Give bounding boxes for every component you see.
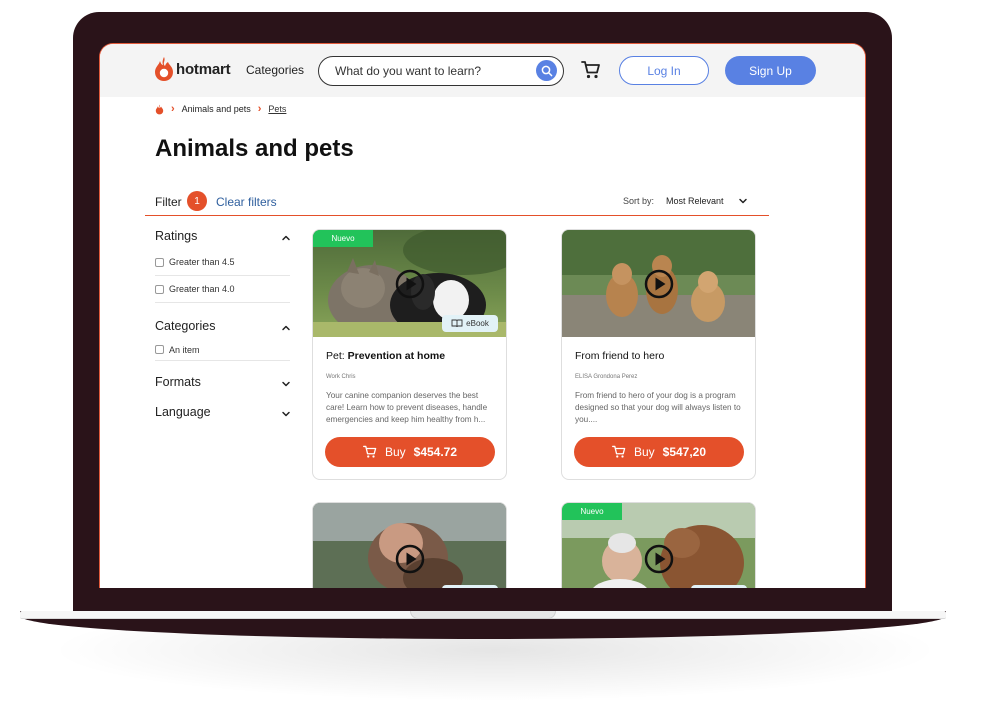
language-title: Language: [155, 405, 211, 419]
chevron-up-icon: [282, 235, 290, 241]
play-video-icon[interactable]: [395, 269, 425, 299]
nav-categories-link[interactable]: Categories: [246, 63, 304, 77]
flame-logo-icon: [155, 57, 173, 81]
product-image-man-horse[interactable]: Nuevo: [562, 503, 755, 588]
category-option-label: An item: [169, 344, 200, 355]
breadcrumb-category[interactable]: Animals and pets: [182, 104, 251, 114]
chevron-up-icon: [282, 325, 290, 331]
laptop-screen: hotmart Categories What do you want to l…: [99, 43, 866, 588]
shopping-cart-icon: [611, 445, 626, 458]
rating-option-label: Greater than 4.5: [169, 257, 235, 267]
product-card[interactable]: From friend to hero ELISA Grondona Perez…: [561, 229, 756, 480]
categories-section-header[interactable]: Categories: [155, 319, 290, 339]
search-button[interactable]: [536, 60, 557, 81]
format-badge-partial: [691, 585, 747, 588]
formats-section-header[interactable]: Formats: [155, 375, 290, 395]
cart-button[interactable]: [581, 60, 601, 85]
product-author: Work Chris: [326, 374, 356, 380]
ratings-section-header[interactable]: Ratings: [155, 229, 290, 249]
hotmart-logo[interactable]: hotmart: [153, 56, 231, 82]
logo-text: hotmart: [176, 60, 231, 78]
filter-sidebar: Ratings Greater than 4.5 Greater than 4.…: [155, 229, 290, 425]
site-header: hotmart Categories What do you want to l…: [100, 44, 865, 97]
book-icon: [451, 319, 463, 328]
chevron-down-icon: [282, 381, 290, 387]
new-badge: Nuevo: [562, 503, 622, 520]
product-card[interactable]: [312, 502, 507, 588]
product-description: From friend to hero of your dog is a pro…: [575, 391, 741, 424]
product-title-main: Prevention at home: [347, 350, 446, 362]
clear-filters-link[interactable]: Clear filters: [216, 195, 277, 209]
filter-count-badge: 1: [187, 191, 207, 211]
category-option[interactable]: An item: [155, 339, 290, 361]
format-badge: eBook: [442, 315, 498, 332]
rating-option-label: Greater than 4.0: [169, 284, 235, 294]
new-badge: Nuevo: [313, 230, 373, 247]
filter-label[interactable]: Filter: [155, 195, 182, 209]
product-card[interactable]: Nuevo: [561, 502, 756, 588]
checkbox[interactable]: [155, 345, 164, 354]
chevron-down-icon: [282, 411, 290, 417]
sort-select[interactable]: Most Relevant: [666, 196, 724, 206]
checkbox[interactable]: [155, 257, 164, 267]
chevron-down-icon[interactable]: [737, 195, 749, 207]
login-button[interactable]: Log In: [619, 56, 709, 85]
product-card[interactable]: Nuevo eBook Pet: Prevention at home Work…: [312, 229, 507, 480]
shopping-cart-icon: [362, 445, 377, 458]
language-section-header[interactable]: Language: [155, 405, 290, 425]
search-icon: [541, 65, 552, 76]
buy-button[interactable]: Buy $454.72: [325, 437, 495, 467]
page-title: Animals and pets: [155, 135, 354, 162]
categories-title: Categories: [155, 319, 216, 333]
product-image-puppies[interactable]: [562, 230, 755, 337]
shopping-cart-icon: [581, 61, 600, 79]
buy-label: Buy: [384, 445, 406, 459]
format-label: eBook: [466, 319, 489, 328]
product-price: $547,20: [662, 445, 707, 459]
buy-label: Buy: [633, 445, 655, 459]
rating-option-4-5[interactable]: Greater than 4.5: [155, 249, 290, 276]
product-image-man-dog[interactable]: [313, 503, 506, 588]
signup-button[interactable]: Sign Up: [725, 56, 816, 85]
rating-option-4-0[interactable]: Greater than 4.0: [155, 276, 290, 303]
buy-button[interactable]: Buy $547,20: [574, 437, 744, 467]
sort-label: Sort by:: [623, 196, 655, 206]
product-image-cat-dog[interactable]: Nuevo eBook: [313, 230, 506, 337]
product-price: $454.72: [413, 445, 458, 459]
product-title-prefix: Pet:: [326, 350, 348, 362]
search-input[interactable]: What do you want to learn?: [318, 56, 564, 86]
play-video-icon[interactable]: [395, 544, 425, 574]
chevron-right-icon: ›: [171, 103, 175, 115]
breadcrumb: › Animals and pets › Pets: [155, 103, 286, 115]
product-author: ELISA Grondona Perez: [575, 374, 638, 380]
play-video-icon[interactable]: [644, 544, 674, 574]
search-placeholder: What do you want to learn?: [335, 64, 482, 78]
filter-bar: Filter 1 Clear filters Sort by: Most Rel…: [145, 189, 769, 216]
product-title-main: From friend to hero: [575, 350, 665, 362]
product-title[interactable]: Pet: Prevention at home: [326, 350, 445, 362]
play-video-icon[interactable]: [644, 269, 674, 299]
chevron-right-icon: ›: [257, 103, 262, 115]
format-badge-partial: [442, 585, 498, 588]
checkbox[interactable]: [155, 284, 164, 294]
product-title[interactable]: From friend to hero: [575, 350, 664, 362]
home-flame-icon[interactable]: [155, 104, 164, 115]
breadcrumb-current[interactable]: Pets: [268, 104, 286, 114]
laptop-notch: [410, 611, 556, 619]
formats-title: Formats: [155, 375, 201, 389]
product-description: Your canine companion deserves the best …: [326, 391, 488, 424]
ratings-title: Ratings: [155, 229, 198, 243]
